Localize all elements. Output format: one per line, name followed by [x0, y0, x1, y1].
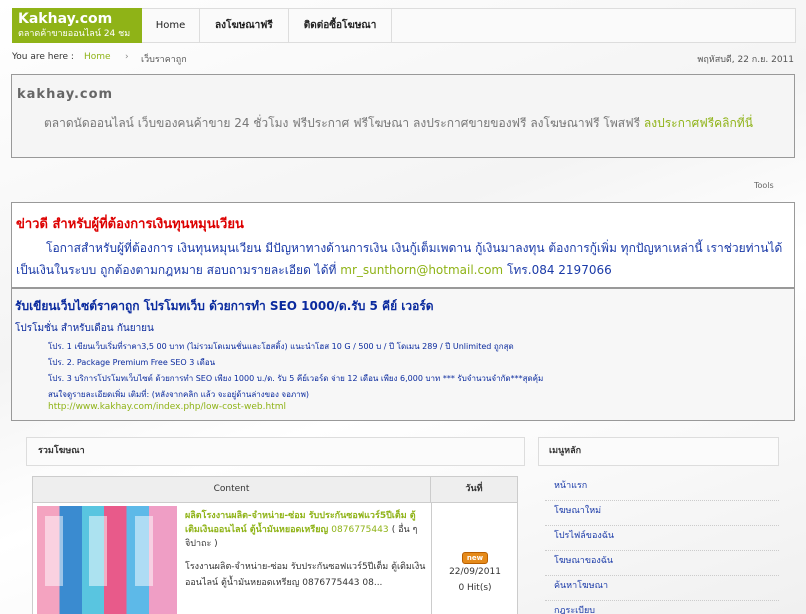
breadcrumb-separator-icon: › [125, 52, 129, 62]
ad-phone: 0876775443 [331, 525, 389, 535]
news-email-link[interactable]: mr_sunthorn@hotmail.com [340, 263, 503, 277]
listing-header: รวมโฆษณา [26, 437, 525, 466]
column-header-content[interactable]: Content [33, 477, 431, 502]
ad-body: ผลิตโรงงานผลิต-จำหน่าย-ซ่อม รับประกันซอฟ… [185, 509, 427, 591]
main-nav: Home ลงโฆษณาฟรี ติดต่อซื้อโฆษณา [142, 8, 796, 43]
table-row: ผลิตโรงงานผลิต-จำหน่าย-ซ่อม รับประกันซอฟ… [33, 503, 517, 614]
seo-url-link[interactable]: http://www.kakhay.com/index.php/low-cost… [48, 402, 286, 412]
logo-tagline: ตลาดค้าขายออนไลน์ 24 ชม [18, 29, 131, 39]
machine-shape [89, 516, 107, 586]
intro-text: ตลาดนัดออนไลน์ เว็บของคนค้าขาย 24 ชั่วโม… [44, 115, 784, 131]
free-post-link[interactable]: ลงประกาศฟรีคลิกที่นี่ [644, 116, 753, 130]
ad-date: 22/09/2011 [449, 567, 501, 577]
nav-item-home[interactable]: Home [142, 9, 200, 42]
nav-item-free-ads[interactable]: ลงโฆษณาฟรี [200, 9, 289, 42]
table-header: Content วันที่ [33, 477, 517, 503]
machine-shape [45, 516, 63, 586]
seo-title[interactable]: รับเขียนเว็บไซต์ราคาถูก โปรโมทเว็บ ด้วยก… [15, 297, 434, 316]
machine-shape [135, 516, 153, 586]
site-header: Kakhay.com ตลาดค้าขายออนไลน์ 24 ชม Home … [0, 0, 806, 44]
promo-label: โปรโมชั่น สำหรับเดือน กันยายน [15, 323, 154, 334]
menu-item-rules[interactable]: กฎระเบียบ [545, 601, 779, 614]
menu-item-new-ad[interactable]: โฆษณาใหม่ [545, 501, 779, 526]
logo-title: Kakhay.com [18, 11, 113, 27]
menu-item-search-ads[interactable]: ค้นหาโฆษณา [545, 576, 779, 601]
seo-promo-box: รับเขียนเว็บไซต์ราคาถูก โปรโมทเว็บ ด้วยก… [11, 288, 795, 421]
nav-item-contact-ads[interactable]: ติดต่อซื้อโฆษณา [289, 9, 393, 42]
ad-meta: new 22/09/2011 0 Hit(s) [432, 551, 518, 595]
column-header-date[interactable]: วันที่ [431, 477, 517, 502]
news-box: ข่าวดี สำหรับผู้ที่ต้องการเงินทุนหมุนเวี… [11, 202, 795, 288]
new-badge: new [461, 552, 489, 564]
ad-hits: 0 Hit(s) [458, 583, 492, 593]
promo-item: โปร. 3 บริการโปรโมทเว็บไซต์ ด้วยการทำ SE… [48, 374, 544, 383]
news-title: ข่าวดี สำหรับผู้ที่ต้องการเงินทุนหมุนเวี… [16, 217, 244, 232]
ad-title: ผลิตโรงงานผลิต-จำหน่าย-ซ่อม รับประกันซอฟ… [185, 509, 427, 551]
breadcrumb: You are here : Home › เว็บราคาถูก พฤหัสบ… [12, 52, 796, 66]
promo-item: โปร. 2. Package Premium Free SEO 3 เดือน [48, 358, 216, 367]
ads-listing-panel: รวมโฆษณา Content วันที่ ผลิตโรงงานผลิต-จ… [26, 437, 525, 614]
intro-title: kakhay.com [17, 87, 114, 102]
intro-box: kakhay.com ตลาดนัดออนไลน์ เว็บของคนค้าขา… [11, 74, 795, 158]
promo-item: สนใจดูรายละเอียดเพิ่ม เติมที่: (หลังจากค… [48, 390, 310, 399]
main-menu-panel: เมนูหลัก หน้าแรก โฆษณาใหม่ โปรไฟล์ของฉัน… [538, 437, 779, 614]
ads-table: Content วันที่ ผลิตโรงงานผลิต-จำหน่าย-ซ่… [32, 476, 518, 614]
breadcrumb-home-link[interactable]: Home [84, 52, 111, 62]
breadcrumb-label: You are here : [12, 52, 74, 62]
breadcrumb-current: เว็บราคาถูก [141, 55, 187, 65]
ad-thumbnail[interactable] [37, 506, 177, 614]
promo-list: โปร. 1 เขียนเว็บเริ่มที่ราคา3,5 00 บาท (… [48, 339, 788, 403]
current-date: พฤหัสบดี, 22 ก.ย. 2011 [697, 55, 794, 65]
promo-item: โปร. 1 เขียนเว็บเริ่มที่ราคา3,5 00 บาท (… [48, 342, 514, 351]
menu-item-home[interactable]: หน้าแรก [545, 476, 779, 501]
ad-description: โรงงานผลิต-จำหน่าย-ซ่อม รับประกันซอฟแวร์… [185, 562, 426, 588]
menu-item-my-profile[interactable]: โปรไฟล์ของฉัน [545, 526, 779, 551]
site-logo[interactable]: Kakhay.com ตลาดค้าขายออนไลน์ 24 ชม [12, 8, 142, 43]
news-text: โอกาสสำหรับผู้ที่ต้องการ เงินทุนหมุนเวีย… [16, 237, 792, 281]
main-menu: หน้าแรก โฆษณาใหม่ โปรไฟล์ของฉัน โฆษณาของ… [545, 476, 779, 614]
intro-description: ตลาดนัดออนไลน์ เว็บของคนค้าขาย 24 ชั่วโม… [44, 116, 641, 130]
tools-link[interactable]: Tools [754, 181, 774, 190]
news-phone: โทร.084 2197066 [506, 263, 612, 277]
menu-item-my-ads[interactable]: โฆษณาของฉัน [545, 551, 779, 576]
menu-header: เมนูหลัก [538, 437, 779, 466]
